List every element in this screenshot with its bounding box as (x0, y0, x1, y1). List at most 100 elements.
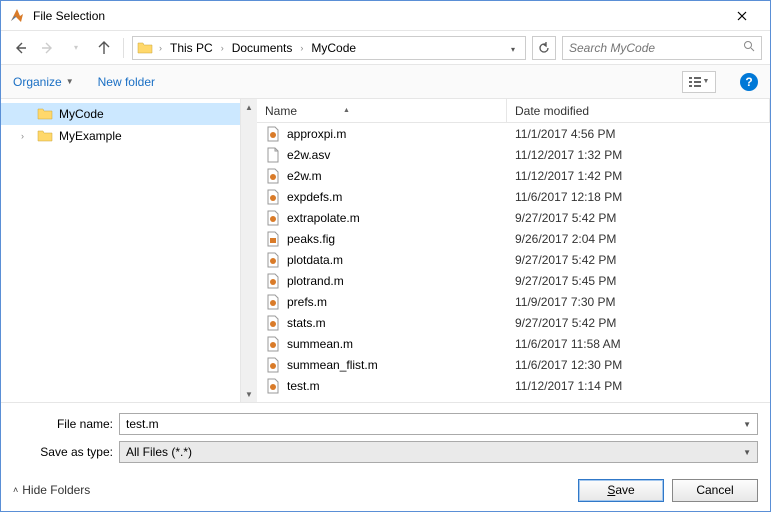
file-name: expdefs.m (287, 190, 342, 204)
organize-label: Organize (13, 75, 62, 89)
tree-item-label: MyCode (59, 107, 104, 121)
expand-icon[interactable]: › (21, 131, 31, 141)
file-row[interactable]: summean.m 11/6/2017 11:58 AM (257, 333, 770, 354)
filename-field[interactable]: ▼ (119, 413, 758, 435)
new-folder-button[interactable]: New folder (98, 75, 155, 89)
chevron-down-icon: ▼ (703, 78, 710, 85)
breadcrumb-item[interactable]: Documents (228, 39, 297, 57)
scrollbar[interactable]: ▲ ▼ (241, 99, 257, 402)
file-date: 9/27/2017 5:42 PM (507, 316, 770, 330)
scroll-up-button[interactable]: ▲ (241, 99, 257, 115)
refresh-button[interactable] (532, 36, 556, 60)
search-box[interactable] (562, 36, 762, 60)
file-name: test.m (287, 379, 320, 393)
file-row[interactable]: e2w.m11/12/2017 1:42 PM (257, 165, 770, 186)
arrow-left-icon (13, 41, 27, 55)
file-name: prefs.m (287, 295, 327, 309)
chevron-right-icon: › (298, 43, 305, 53)
hide-folders-label: Hide Folders (22, 483, 90, 497)
m-file-icon (265, 252, 281, 268)
m-file-icon (265, 357, 281, 373)
chevron-down-icon[interactable]: ▼ (743, 420, 751, 429)
tree-item-label: MyExample (59, 129, 122, 143)
list-body[interactable]: approxpi.m 11/1/2017 4:56 PM e2w.asv11/12/… (257, 123, 770, 402)
file-row[interactable]: expdefs.m 11/6/2017 12:18 PM (257, 186, 770, 207)
saveas-field[interactable]: All Files (*.*) ▼ (119, 441, 758, 463)
m-file-icon (265, 378, 281, 394)
column-name-label: Name (265, 104, 297, 118)
file-row[interactable]: stats.m 9/27/2017 5:42 PM (257, 312, 770, 333)
file-name: e2w.asv (287, 148, 330, 162)
column-date[interactable]: Date modified (507, 99, 770, 122)
back-button[interactable] (9, 37, 31, 59)
m-file-icon (265, 210, 281, 226)
file-name: approxpi.m (287, 127, 346, 141)
sort-indicator-icon: ▲ (343, 107, 350, 114)
new-folder-label: New folder (98, 75, 155, 89)
hide-folders-button[interactable]: ˄ Hide Folders (13, 483, 90, 497)
arrow-up-icon (97, 41, 111, 55)
form-area: File name: ▼ Save as type: All Files (*.… (1, 403, 770, 469)
file-row[interactable]: e2w.asv11/12/2017 1:32 PM (257, 144, 770, 165)
file-row[interactable]: test.m11/12/2017 1:14 PM (257, 375, 770, 396)
cancel-label: Cancel (696, 483, 733, 497)
up-button[interactable] (93, 37, 115, 59)
organize-button[interactable]: Organize▼ (13, 75, 74, 89)
forward-button[interactable] (37, 37, 59, 59)
saveas-label: Save as type: (13, 445, 113, 459)
navbar: ▾ › This PC › Documents › MyCode ▾ (1, 31, 770, 65)
save-button[interactable]: Save (578, 479, 664, 502)
column-name[interactable]: Name ▲ (257, 99, 507, 122)
file-row[interactable]: plotdata.m 9/27/2017 5:42 PM (257, 249, 770, 270)
chevron-down-icon[interactable]: ▼ (743, 448, 751, 457)
address-bar[interactable]: › This PC › Documents › MyCode ▾ (132, 36, 526, 60)
file-row[interactable]: summean_flist.m11/6/2017 12:30 PM (257, 354, 770, 375)
view-icon (689, 77, 701, 87)
file-name: e2w.m (287, 169, 322, 183)
file-row[interactable]: peaks.fig9/26/2017 2:04 PM (257, 228, 770, 249)
tree-item[interactable]: MyCode (1, 103, 240, 125)
file-name: summean.m (287, 337, 353, 351)
file-name: plotdata.m (287, 253, 343, 267)
file-name: stats.m (287, 316, 326, 330)
help-button[interactable]: ? (740, 73, 758, 91)
m-file-icon (265, 189, 281, 205)
file-name: summean_flist.m (287, 358, 378, 372)
breadcrumb-item[interactable]: This PC (166, 39, 217, 57)
file-date: 11/6/2017 11:58 AM (507, 337, 770, 351)
chevron-right-icon: › (157, 43, 164, 53)
chevron-down-icon: ▾ (511, 45, 515, 54)
m-file-icon (265, 336, 281, 352)
cancel-button[interactable]: Cancel (672, 479, 758, 502)
file-date: 11/1/2017 4:56 PM (507, 127, 770, 141)
tree-item[interactable]: › MyExample (1, 125, 240, 147)
file-date: 9/27/2017 5:42 PM (507, 253, 770, 267)
folder-tree[interactable]: MyCode › MyExample (1, 99, 241, 402)
filename-input[interactable] (126, 417, 743, 431)
address-dropdown[interactable]: ▾ (505, 41, 521, 55)
m-file-icon (265, 273, 281, 289)
folder-icon (37, 128, 53, 144)
m-file-icon (265, 315, 281, 331)
search-icon (743, 40, 755, 55)
file-row[interactable]: plotrand.m9/27/2017 5:45 PM (257, 270, 770, 291)
titlebar: File Selection (1, 1, 770, 31)
file-date: 11/6/2017 12:18 PM (507, 190, 770, 204)
breadcrumb-item[interactable]: MyCode (307, 39, 360, 57)
file-list: Name ▲ Date modified approxpi.m 11/1/2017 … (257, 99, 770, 402)
window-title: File Selection (33, 9, 722, 23)
matlab-icon (9, 8, 25, 24)
file-name: extrapolate.m (287, 211, 360, 225)
file-name: peaks.fig (287, 232, 335, 246)
search-input[interactable] (569, 41, 743, 55)
close-button[interactable] (722, 2, 762, 30)
saveas-value: All Files (*.*) (126, 445, 192, 459)
m-file-icon (265, 294, 281, 310)
file-row[interactable]: approxpi.m 11/1/2017 4:56 PM (257, 123, 770, 144)
file-row[interactable]: prefs.m11/9/2017 7:30 PM (257, 291, 770, 312)
scroll-down-button[interactable]: ▼ (241, 386, 257, 402)
fig-file-icon (265, 231, 281, 247)
view-options-button[interactable]: ▼ (682, 71, 716, 93)
file-row[interactable]: extrapolate.m9/27/2017 5:42 PM (257, 207, 770, 228)
recent-dropdown[interactable]: ▾ (65, 37, 87, 59)
